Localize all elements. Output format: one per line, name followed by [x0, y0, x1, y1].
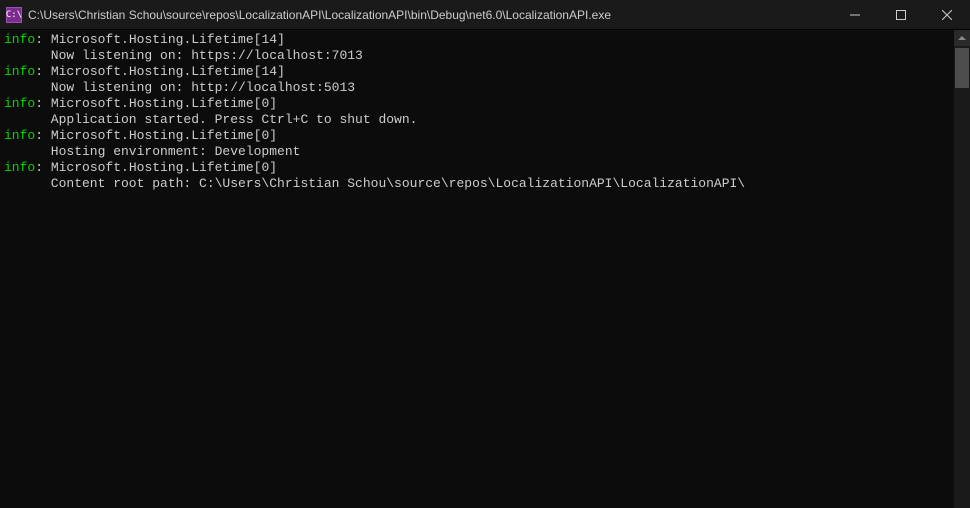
- log-source: Microsoft.Hosting.Lifetime[0]: [51, 128, 277, 143]
- log-message: Application started. Press Ctrl+C to shu…: [51, 112, 418, 127]
- log-line: Hosting environment: Development: [4, 144, 950, 160]
- log-message: Hosting environment: Development: [51, 144, 301, 159]
- log-line: Application started. Press Ctrl+C to shu…: [4, 112, 950, 128]
- maximize-button[interactable]: [878, 0, 924, 29]
- vertical-scrollbar[interactable]: [954, 30, 970, 508]
- log-source: Microsoft.Hosting.Lifetime[14]: [51, 32, 285, 47]
- log-line: Now listening on: http://localhost:5013: [4, 80, 950, 96]
- log-source: Microsoft.Hosting.Lifetime[14]: [51, 64, 285, 79]
- minimize-button[interactable]: [832, 0, 878, 29]
- title-bar[interactable]: C:\ C:\Users\Christian Schou\source\repo…: [0, 0, 970, 30]
- content-area: info: Microsoft.Hosting.Lifetime[14]Now …: [0, 30, 970, 508]
- log-line: info: Microsoft.Hosting.Lifetime[14]: [4, 64, 950, 80]
- log-level: info: [4, 128, 35, 143]
- terminal-output[interactable]: info: Microsoft.Hosting.Lifetime[14]Now …: [0, 30, 954, 508]
- log-line: info: Microsoft.Hosting.Lifetime[14]: [4, 32, 950, 48]
- window-title: C:\Users\Christian Schou\source\repos\Lo…: [28, 8, 832, 22]
- log-source: Microsoft.Hosting.Lifetime[0]: [51, 160, 277, 175]
- log-line: Now listening on: https://localhost:7013: [4, 48, 950, 64]
- scroll-thumb[interactable]: [955, 48, 969, 88]
- log-message: Now listening on: https://localhost:7013: [51, 48, 363, 63]
- log-source: Microsoft.Hosting.Lifetime[0]: [51, 96, 277, 111]
- app-icon: C:\: [6, 7, 22, 23]
- log-level: info: [4, 64, 35, 79]
- close-button[interactable]: [924, 0, 970, 29]
- log-level: info: [4, 96, 35, 111]
- log-message: Now listening on: http://localhost:5013: [51, 80, 355, 95]
- log-line: Content root path: C:\Users\Christian Sc…: [4, 176, 950, 192]
- log-line: info: Microsoft.Hosting.Lifetime[0]: [4, 160, 950, 176]
- log-line: info: Microsoft.Hosting.Lifetime[0]: [4, 96, 950, 112]
- log-level: info: [4, 32, 35, 47]
- log-message: Content root path: C:\Users\Christian Sc…: [51, 176, 745, 191]
- log-line: info: Microsoft.Hosting.Lifetime[0]: [4, 128, 950, 144]
- log-level: info: [4, 160, 35, 175]
- scroll-up-arrow-icon[interactable]: [954, 30, 970, 46]
- window-controls: [832, 0, 970, 29]
